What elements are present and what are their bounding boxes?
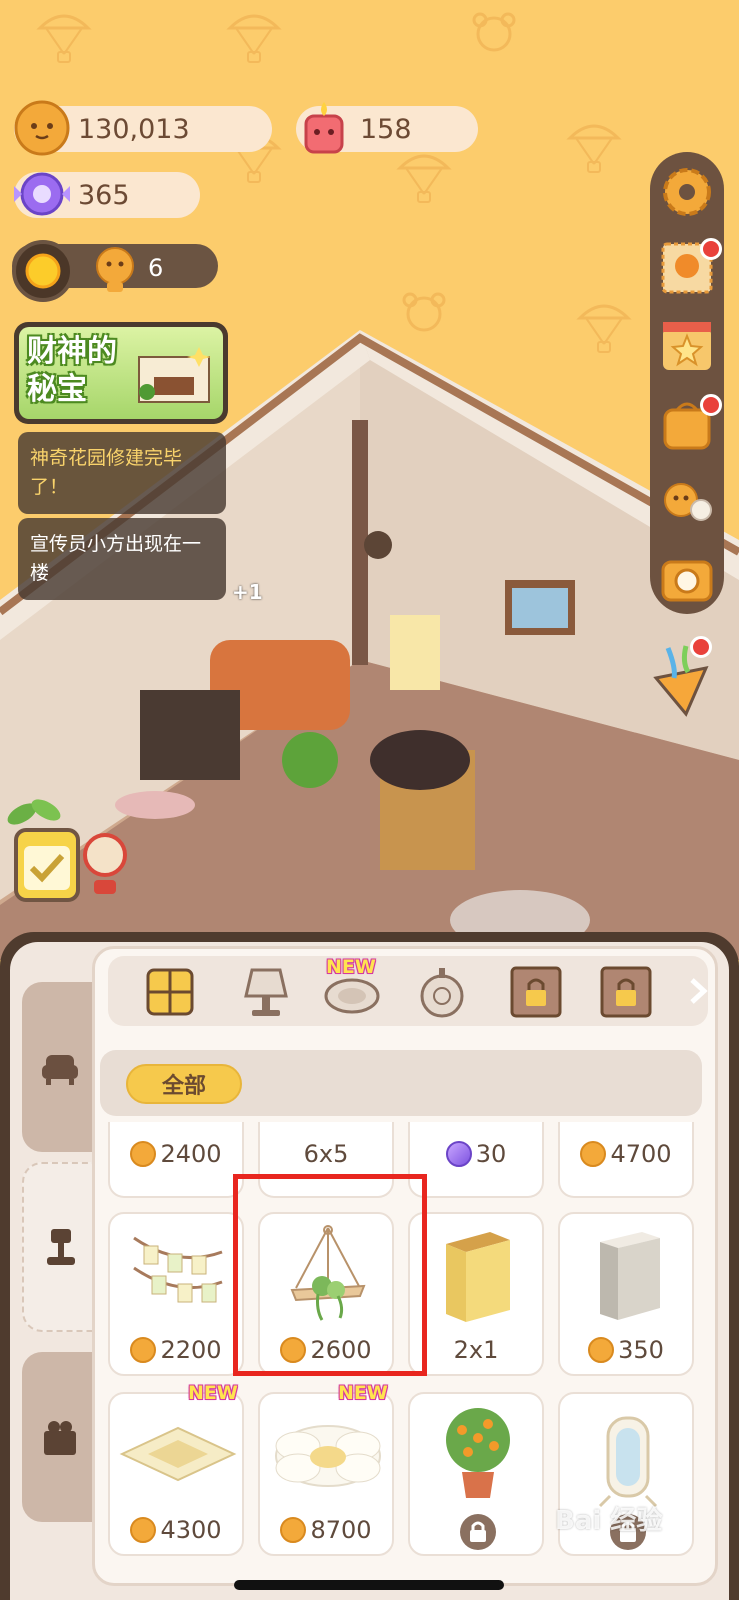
watermark: Bai 经验 xyxy=(555,1506,663,1536)
cookie-icon xyxy=(14,100,70,156)
cookie-coin-icon xyxy=(130,1141,157,1167)
plant-decoration-icon xyxy=(7,799,61,825)
treasure-room-icon xyxy=(138,347,211,403)
backpack-notification-dot xyxy=(700,394,722,416)
tab-storage[interactable] xyxy=(22,1352,98,1522)
storage-box-icon xyxy=(44,1421,76,1455)
item-card-grey-cabinet[interactable]: 350 xyxy=(558,1212,694,1376)
candy-count: 365 xyxy=(78,179,130,211)
item-card-flower-rug[interactable]: 8700 xyxy=(258,1392,394,1556)
photo-garland-icon xyxy=(133,1236,223,1303)
item-card-top-1[interactable]: 2400 xyxy=(108,1122,244,1198)
candy-gem-icon xyxy=(445,1141,472,1167)
mirror-icon xyxy=(598,1416,658,1508)
event-banner-art: 财神的秘宝 xyxy=(19,327,223,419)
candle-count: 158 xyxy=(360,113,412,145)
paint-roller-icon xyxy=(47,1229,75,1265)
yellow-rug-new-tag: NEW xyxy=(188,1382,238,1404)
cookie-count: 130,013 xyxy=(78,113,190,145)
chevron-right-icon[interactable] xyxy=(686,976,710,1006)
candy-icon xyxy=(14,172,70,216)
filter-all-chip[interactable]: 全部 xyxy=(126,1064,242,1104)
item-card-yellow-cabinet[interactable]: 2x1 xyxy=(408,1212,544,1376)
home-indicator[interactable] xyxy=(234,1580,504,1590)
lock-icon xyxy=(460,1514,496,1550)
item-price: 8700 xyxy=(260,1516,392,1544)
item-price: 4300 xyxy=(110,1516,242,1544)
item-card-photo-garland[interactable]: 2200 xyxy=(108,1212,244,1376)
friends-icon[interactable] xyxy=(655,472,719,536)
armchair-icon xyxy=(42,1055,78,1085)
yellow-cabinet-icon xyxy=(446,1232,510,1322)
cookie-coin-icon xyxy=(280,1517,307,1543)
more-notifications-count[interactable]: +1 xyxy=(232,580,263,604)
item-card-top-3[interactable]: 30 xyxy=(408,1122,544,1198)
event-banner[interactable]: 财神的秘宝 xyxy=(14,322,228,424)
cookie-coin-icon xyxy=(580,1141,607,1167)
orange-tree-icon xyxy=(446,1408,510,1498)
cookie-coin-icon xyxy=(130,1337,157,1363)
wall-clock-icon[interactable] xyxy=(412,962,472,1022)
settings-gear-icon[interactable] xyxy=(655,160,719,224)
selection-highlight-box xyxy=(233,1174,427,1376)
cookie-coin-icon xyxy=(588,1337,615,1363)
party-gift-notification-dot xyxy=(690,636,712,658)
candy-counter[interactable]: 365 xyxy=(14,172,200,218)
sun-icon xyxy=(25,253,61,289)
tab-furniture[interactable] xyxy=(22,982,98,1152)
notification-garden[interactable]: 神奇花园修建完毕了！ xyxy=(18,432,226,514)
camera-icon[interactable] xyxy=(655,546,719,610)
check-icon xyxy=(24,846,70,890)
item-price: 4700 xyxy=(560,1140,692,1168)
item-card-yellow-rug[interactable]: 4300 xyxy=(108,1392,244,1556)
item-size: 2x1 xyxy=(453,1336,499,1364)
game-scene[interactable]: 130,013 158 365 6 财神的秘宝 神奇花园修建完毕了！ 宣传员小方… xyxy=(0,0,739,960)
item-card-top-4[interactable]: 4700 xyxy=(558,1122,694,1198)
tab-decor[interactable] xyxy=(22,1162,98,1332)
item-price: 350 xyxy=(560,1336,692,1364)
fan-icon xyxy=(83,833,127,894)
visitor-count: 6 xyxy=(148,254,164,282)
item-price: 2400 xyxy=(110,1140,242,1168)
locked-category-icon[interactable] xyxy=(506,962,566,1022)
candle-icon xyxy=(304,102,344,154)
sun-badge[interactable] xyxy=(12,240,74,302)
flower-rug-new-tag: NEW xyxy=(338,1382,388,1404)
locked-category-icon[interactable] xyxy=(596,962,656,1022)
all-categories-grid-icon[interactable] xyxy=(140,962,200,1022)
rug-category-new-tag: NEW xyxy=(326,956,376,978)
star-shop-icon[interactable] xyxy=(655,314,719,378)
item-price: 30 xyxy=(410,1140,542,1168)
item-size: 6x5 xyxy=(303,1140,349,1168)
item-card-orange-tree[interactable] xyxy=(408,1392,544,1556)
stamp-card-notification-dot xyxy=(700,238,722,260)
visitor-icon xyxy=(96,247,134,292)
cookie-counter[interactable]: 130,013 xyxy=(14,100,272,156)
item-price: 2200 xyxy=(110,1336,242,1364)
cookie-coin-icon xyxy=(130,1517,157,1543)
notification-promoter[interactable]: 宣传员小方出现在一楼 xyxy=(18,518,226,600)
event-title: 财神的秘宝 xyxy=(27,334,117,407)
candle-counter[interactable]: 158 xyxy=(296,102,478,154)
flower-rug-icon xyxy=(275,1425,381,1487)
lamp-icon[interactable] xyxy=(236,962,296,1022)
yellow-rug-icon xyxy=(119,1426,237,1482)
grey-cabinet-icon xyxy=(600,1232,660,1320)
